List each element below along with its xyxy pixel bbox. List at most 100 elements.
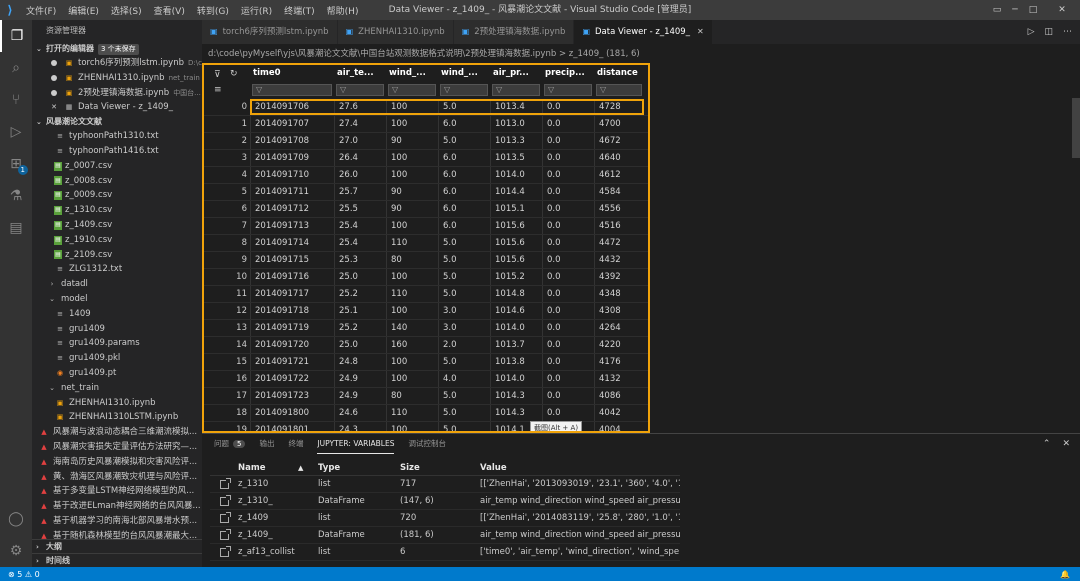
variable-row[interactable]: z_1310 list 717 [['ZhenHai', '2013093019', … [210,476,680,493]
header-type[interactable]: Type [318,460,400,475]
table-cell[interactable]: 5.0 [438,422,490,431]
table-cell[interactable]: 0.0 [542,337,594,353]
column-header[interactable]: wind_... ▽ [386,65,438,99]
source-control-icon[interactable]: ⑂ [0,84,32,116]
table-cell[interactable]: 26.0 [334,167,386,183]
table-cell[interactable]: 5.0 [438,286,490,302]
table-row[interactable]: 4 2014091710 26.0 100 6.0 1014.0 0.0 4612 [204,167,648,184]
table-cell[interactable]: 4612 [594,167,644,183]
file-item[interactable]: ▤ z_0007.csv [32,159,202,174]
file-item[interactable]: ▤ z_0009.csv [32,188,202,203]
open-editor-item[interactable]: ▣ 2预处理镇海数据.ipynb 中国台... [32,86,202,101]
table-cell[interactable]: 4392 [594,269,644,285]
menu-item[interactable]: 终端(T) [278,4,321,17]
table-cell[interactable]: 4556 [594,201,644,217]
table-row[interactable]: 8 2014091714 25.4 110 5.0 1015.6 0.0 4472 [204,235,648,252]
table-cell[interactable]: 4584 [594,184,644,200]
file-item[interactable]: ≡ 1409 [32,307,202,322]
table-cell[interactable]: 2014091706 [250,99,334,115]
file-item[interactable]: ▲ 基于机器学习的南海北部风暴增水预... [32,514,202,529]
column-filter-input[interactable]: ▽ [252,84,332,96]
table-cell[interactable]: 1013.7 [490,337,542,353]
table-cell[interactable]: 2.0 [438,337,490,353]
table-cell[interactable]: 4516 [594,218,644,234]
file-item[interactable]: ≡ gru1409 [32,322,202,337]
table-cell[interactable]: 80 [386,252,438,268]
file-item[interactable]: ▤ z_1910.csv [32,233,202,248]
table-cell[interactable]: 0.0 [542,303,594,319]
table-cell[interactable]: 0.0 [542,286,594,302]
file-item[interactable]: ▤ z_0008.csv [32,174,202,189]
table-cell[interactable]: 0.0 [542,388,594,404]
table-cell[interactable]: 24.9 [334,388,386,404]
table-cell[interactable]: 0.0 [542,354,594,370]
table-cell[interactable]: 6.0 [438,184,490,200]
table-cell[interactable]: 4220 [594,337,644,353]
file-item[interactable]: ▤ z_1409.csv [32,218,202,233]
file-item[interactable]: ▲ 基于改进ELman神经网络的台风风暴... [32,499,202,514]
column-header[interactable]: precip... ▽ [542,65,594,99]
table-cell[interactable]: 2014091712 [250,201,334,217]
table-cell[interactable]: 25.0 [334,269,386,285]
vertical-scrollbar[interactable] [1072,98,1080,158]
header-name[interactable]: Name [238,460,318,475]
chevron-up-icon[interactable]: ⌃ [1043,439,1051,449]
maximize-button[interactable]: □ [1026,0,1040,20]
table-cell[interactable]: 2014091722 [250,371,334,387]
table-cell[interactable]: 2014091710 [250,167,334,183]
table-cell[interactable]: 3.0 [438,320,490,336]
table-cell[interactable]: 24.9 [334,371,386,387]
editor-tab[interactable]: ▣ 2预处理镇海数据.ipynb [453,20,575,44]
folder-item[interactable]: ⌄ model [32,292,202,307]
menu-item[interactable]: 编辑(E) [62,4,105,17]
table-cell[interactable]: 4132 [594,371,644,387]
table-cell[interactable]: 27.6 [334,99,386,115]
table-cell[interactable]: 2014091801 [250,422,334,431]
open-editor-item[interactable]: ▣ ZHENHAI1310.ipynb net_train [32,71,202,86]
file-item[interactable]: ≡ ZLG1312.txt [32,262,202,277]
table-cell[interactable]: 0.0 [542,269,594,285]
table-cell[interactable]: 1013.3 [490,133,542,149]
table-row[interactable]: 11 2014091717 25.2 110 5.0 1014.8 0.0 4348 [204,286,648,303]
table-cell[interactable]: 1015.6 [490,218,542,234]
table-row[interactable]: 19201409180124.31005.01014.10.04004 [204,422,648,431]
column-header[interactable]: distance ▽ [594,65,644,99]
close-window-button[interactable]: ✕ [1044,0,1080,20]
table-cell[interactable]: 2014091709 [250,150,334,166]
table-cell[interactable]: 0.0 [542,116,594,132]
table-cell[interactable]: 2014091720 [250,337,334,353]
table-cell[interactable]: 2014091800 [250,405,334,421]
table-cell[interactable]: 1014.0 [490,371,542,387]
file-item[interactable]: ▤ z_1310.csv [32,203,202,218]
table-cell[interactable]: 27.0 [334,133,386,149]
table-row[interactable]: 14 2014091720 25.0 160 2.0 1013.7 0.0 4220 [204,337,648,354]
table-row[interactable]: 5 2014091711 25.7 90 6.0 1014.4 0.0 4584 [204,184,648,201]
table-cell[interactable]: 5.0 [438,388,490,404]
table-cell[interactable]: 6.0 [438,167,490,183]
panel-tab[interactable]: 调试控制台 [408,434,446,454]
table-cell[interactable]: 2014091707 [250,116,334,132]
table-cell[interactable]: 2014091711 [250,184,334,200]
table-cell[interactable]: 110 [386,235,438,251]
table-cell[interactable]: 2014091716 [250,269,334,285]
table-cell[interactable]: 0.0 [542,235,594,251]
table-cell[interactable]: 4432 [594,252,644,268]
table-row[interactable]: 0 2014091706 27.6 100 5.0 1013.4 0.0 4728 [204,99,648,116]
breadcrumb[interactable]: d:\code\pyMyself\yjs\风暴潮论文文献\中国台站观测数据格式说… [202,44,1080,64]
file-item[interactable]: ≡ gru1409.pkl [32,351,202,366]
table-cell[interactable]: 5.0 [438,269,490,285]
notifications-bell-icon[interactable]: 🔔 [1060,570,1080,579]
close-panel-icon[interactable]: ✕ [1062,439,1070,449]
table-cell[interactable]: 2014091708 [250,133,334,149]
table-row[interactable]: 17 2014091723 24.9 80 5.0 1014.3 0.0 4086 [204,388,648,405]
table-cell[interactable]: 25.5 [334,201,386,217]
run-icon[interactable]: ▷ [1028,27,1035,37]
explorer-icon[interactable]: ❐ [0,20,32,52]
extensions-icon[interactable]: ⊞ 1 [0,148,32,180]
table-row[interactable]: 16 2014091722 24.9 100 4.0 1014.0 0.0 4132 [204,371,648,388]
table-cell[interactable]: 1013.0 [490,116,542,132]
file-item[interactable]: ≡ typhoonPath1310.txt [32,129,202,144]
table-row[interactable]: 12 2014091718 25.1 100 3.0 1014.6 0.0 4308 [204,303,648,320]
table-cell[interactable]: 1014.6 [490,303,542,319]
search-icon[interactable]: ⌕ [0,52,32,84]
